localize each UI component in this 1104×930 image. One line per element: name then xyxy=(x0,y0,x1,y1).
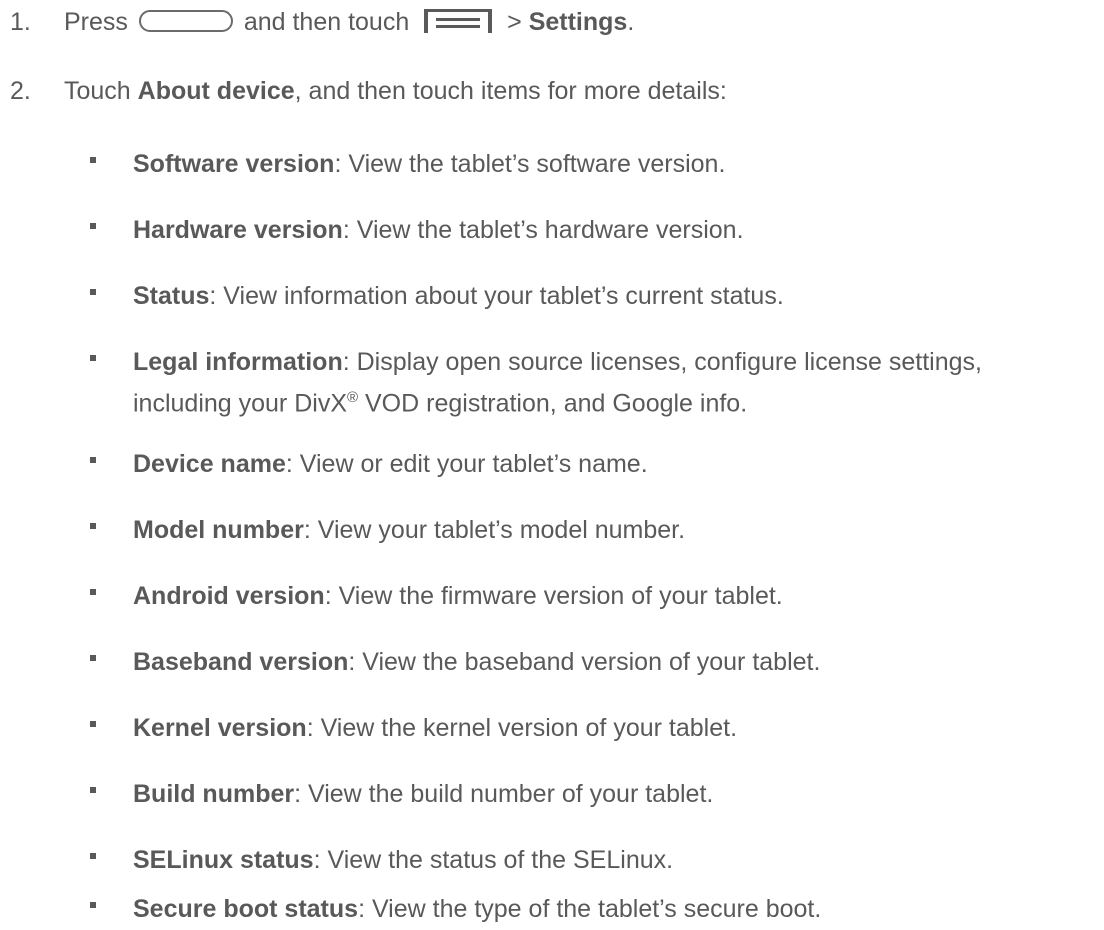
step-prefix: Touch xyxy=(64,77,131,105)
bullet-icon xyxy=(90,589,96,595)
item-desc: : View your tablet’s model number. xyxy=(303,516,686,544)
step-middle: and then touch xyxy=(243,8,410,36)
item-term: Legal information xyxy=(133,348,343,376)
item-desc-line2: including your DivX xyxy=(133,389,347,418)
step-suffix: . xyxy=(627,8,635,36)
item-term: Secure boot status xyxy=(133,895,359,923)
menu-key-icon xyxy=(424,9,493,34)
step-text: Touch About device, and then touch items… xyxy=(64,77,727,106)
item-desc: : View the tablet’s software version. xyxy=(334,150,726,178)
settings-label: Settings xyxy=(528,8,628,36)
bullet-icon xyxy=(90,721,96,727)
item-term: Baseband version xyxy=(133,648,349,676)
item-desc: : View the baseband version of your tabl… xyxy=(348,648,821,676)
item-term: Software version xyxy=(133,150,335,178)
item-desc: : View or edit your tablet’s name. xyxy=(285,450,648,478)
item-desc: : View the firmware version of your tabl… xyxy=(324,582,783,610)
bullet-icon xyxy=(90,355,96,361)
item-term: Android version xyxy=(133,582,325,610)
bullet-icon xyxy=(90,853,96,859)
item-desc: : View the build number of your tablet. xyxy=(294,780,714,808)
registered-mark: ® xyxy=(347,389,359,406)
item-desc-line2-end: VOD registration, and Google info. xyxy=(358,389,748,418)
item-term: Device name xyxy=(133,450,286,478)
step-prefix: Press xyxy=(64,8,128,36)
item-desc: : Display open source licenses, configur… xyxy=(342,348,982,376)
home-key-icon xyxy=(138,10,233,33)
item-term: Build number xyxy=(133,780,295,808)
item-desc: : View information about your tablet’s c… xyxy=(209,282,784,310)
item-desc: : View the type of the tablet’s secure b… xyxy=(358,895,822,923)
bullet-icon xyxy=(90,457,96,463)
document-page: 1. Press and then touch > Settings. 2. T… xyxy=(0,0,1104,930)
step-number: 2. xyxy=(10,77,31,105)
item-term: Status xyxy=(133,282,210,310)
step-number: 1. xyxy=(10,8,31,36)
bullet-icon xyxy=(90,787,96,793)
step-text: Press and then touch > Settings. xyxy=(64,8,634,37)
bullet-icon xyxy=(90,223,96,229)
bullet-icon xyxy=(90,523,96,529)
step-separator: > xyxy=(507,8,522,36)
item-desc: : View the kernel version of your tablet… xyxy=(306,714,738,742)
item-desc: : View the status of the SELinux. xyxy=(313,846,674,874)
about-device-label: About device xyxy=(137,77,295,105)
step-suffix: , and then touch items for more details: xyxy=(294,77,727,105)
item-term: Kernel version xyxy=(133,714,307,742)
bullet-icon xyxy=(90,157,96,163)
item-term: SELinux status xyxy=(133,846,314,874)
item-term: Model number xyxy=(133,516,304,544)
bullet-icon xyxy=(90,289,96,295)
bullet-icon xyxy=(90,902,96,908)
item-desc: : View the tablet’s hardware version. xyxy=(342,216,744,244)
bullet-icon xyxy=(90,655,96,661)
item-term: Hardware version xyxy=(133,216,343,244)
